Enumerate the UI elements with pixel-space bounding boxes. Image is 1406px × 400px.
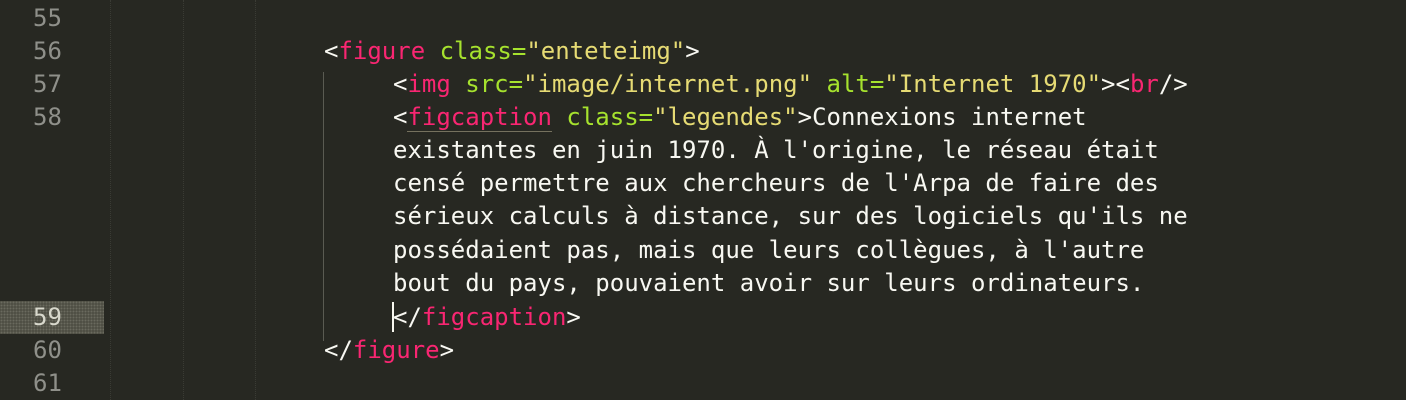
tag-name: figcaption bbox=[421, 303, 567, 331]
caption-text-wrap: bout du pays, pouvaient avoir sur leurs … bbox=[393, 269, 1145, 297]
attribute-value: "image/internet.png" bbox=[523, 70, 813, 98]
active-line-number: 59 bbox=[0, 301, 104, 334]
indent-guide bbox=[110, 0, 111, 400]
attribute-name: alt= bbox=[812, 70, 885, 98]
tag-name: figure bbox=[352, 336, 440, 364]
caption-text-wrap: possédaient pas, mais que leurs collègue… bbox=[393, 236, 1145, 264]
tag-name: br bbox=[1129, 70, 1159, 98]
tag-close-bracket: > bbox=[566, 303, 581, 331]
tag-close-bracket: > bbox=[439, 336, 455, 364]
line-number: 60 bbox=[33, 336, 62, 364]
caption-text-wrap: censé permettre aux chercheurs de l'Arpa… bbox=[393, 169, 1159, 197]
line-number-gutter: 55 56 57 58 59 60 61 bbox=[0, 0, 104, 400]
code-editor[interactable]: 55 56 57 58 59 60 61 <figure class="ente… bbox=[0, 0, 1406, 400]
attribute-name: class= bbox=[425, 37, 527, 65]
caption-text: Connexions internet bbox=[812, 103, 1087, 131]
tag-open-bracket: </ bbox=[393, 303, 422, 331]
indent-guide bbox=[255, 0, 256, 400]
line-number: 57 bbox=[33, 70, 62, 98]
code-line-57[interactable]: <img src="image/internet.png" alt="Inter… bbox=[393, 68, 1188, 101]
line-number: 58 bbox=[33, 103, 62, 131]
tag-open-bracket: < bbox=[324, 37, 339, 65]
tag-open-bracket: < bbox=[393, 70, 408, 98]
tag-close-bracket: > bbox=[797, 103, 813, 131]
tag-name: figure bbox=[338, 37, 426, 65]
code-line-60[interactable]: </figure> bbox=[324, 334, 454, 367]
tag-open-bracket: </ bbox=[324, 336, 353, 364]
tag-self-close: /> bbox=[1158, 70, 1188, 98]
code-line-59[interactable]: </figcaption> bbox=[393, 301, 581, 334]
active-indent-guide bbox=[323, 72, 324, 341]
tag-name: img bbox=[407, 70, 451, 98]
tag-brackets: >< bbox=[1101, 70, 1130, 98]
tag-open-bracket: < bbox=[393, 103, 408, 131]
attribute-value: "enteteimg" bbox=[526, 37, 686, 65]
line-number: 61 bbox=[33, 369, 62, 397]
attribute-value: "legendes" bbox=[653, 103, 798, 131]
attribute-name: class= bbox=[551, 103, 654, 131]
code-line-56[interactable]: <figure class="enteteimg"> bbox=[324, 35, 700, 68]
line-number: 55 bbox=[33, 4, 62, 32]
attribute-value: "Internet 1970" bbox=[884, 70, 1102, 98]
text-cursor bbox=[392, 302, 394, 332]
tag-name: figcaption bbox=[407, 103, 552, 132]
attribute-name: src= bbox=[450, 70, 524, 98]
caption-text-wrap: existantes en juin 1970. À l'origine, le… bbox=[393, 136, 1159, 164]
indent-guide bbox=[183, 0, 184, 400]
code-line-58[interactable]: <figcaption class="legendes">Connexions … bbox=[393, 101, 1087, 134]
tag-close-bracket: > bbox=[685, 37, 700, 65]
caption-text-wrap: sérieux calculs à distance, sur des logi… bbox=[393, 202, 1188, 230]
line-number: 56 bbox=[33, 37, 62, 65]
